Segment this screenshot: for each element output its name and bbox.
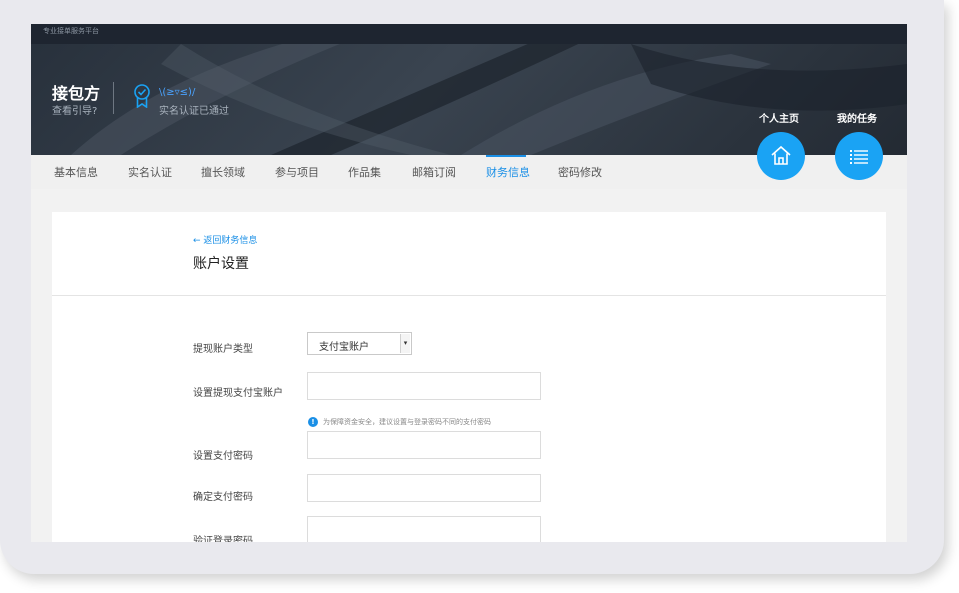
tab-projects[interactable]: 参与项目 xyxy=(275,164,319,180)
chevron-down-icon: ▾ xyxy=(400,334,410,353)
header-divider xyxy=(113,82,114,114)
guide-link[interactable]: 查看引导? xyxy=(52,102,97,117)
tab-finance-info[interactable]: 财务信息 xyxy=(486,164,530,180)
account-type-label: 提现账户类型 xyxy=(193,344,253,355)
tab-portfolio[interactable]: 作品集 xyxy=(348,164,381,180)
page-title: 账户设置 xyxy=(193,256,249,272)
active-tab-indicator xyxy=(486,155,526,157)
security-hint: ! 为保障资金安全，建议设置与登录密码不同的支付密码 xyxy=(308,416,491,428)
verified-badge-icon xyxy=(134,84,150,108)
user-nickname: \(≥▿≤)/ xyxy=(159,87,196,98)
user-name: 接包方 xyxy=(52,84,101,103)
tab-password-change[interactable]: 密码修改 xyxy=(558,164,602,180)
brand-logo: 专业接单服务平台 xyxy=(43,27,99,35)
pay-password-input[interactable] xyxy=(307,431,541,459)
account-type-value: 支付宝账户 xyxy=(319,342,369,353)
browser-screen: 专业接单服务平台 接包方 查看引导? \(≥▿≤)/ 实名认证已通过 个人主页 … xyxy=(31,24,907,542)
tab-email-subscription[interactable]: 邮箱订阅 xyxy=(412,164,456,180)
back-to-finance-link[interactable]: ← 返回财务信息 xyxy=(193,233,257,246)
confirm-pay-password-label: 确定支付密码 xyxy=(193,492,253,503)
tab-basic-info[interactable]: 基本信息 xyxy=(54,164,98,180)
home-icon xyxy=(771,145,791,165)
tab-real-name-auth[interactable]: 实名认证 xyxy=(128,164,172,180)
section-divider xyxy=(52,295,886,296)
login-password-input[interactable] xyxy=(307,516,541,542)
list-icon xyxy=(850,150,868,164)
home-button[interactable] xyxy=(757,132,805,180)
account-settings-card: ← 返回财务信息 账户设置 提现账户类型 支付宝账户 ▾ 设置提现支付宝账户 !… xyxy=(52,212,886,542)
verify-status: 实名认证已通过 xyxy=(159,106,229,117)
alipay-account-input[interactable] xyxy=(307,372,541,400)
login-password-label: 验证登录密码 xyxy=(193,536,253,542)
account-type-select[interactable]: 支付宝账户 ▾ xyxy=(307,332,412,355)
tasks-button[interactable] xyxy=(835,132,883,180)
home-link-label[interactable]: 个人主页 xyxy=(759,110,799,125)
security-hint-text: 为保障资金安全，建议设置与登录密码不同的支付密码 xyxy=(323,418,491,426)
back-link-label: 返回财务信息 xyxy=(203,236,258,246)
tab-expertise[interactable]: 擅长领域 xyxy=(201,164,245,180)
tasks-link-label[interactable]: 我的任务 xyxy=(837,110,877,125)
pay-password-label: 设置支付密码 xyxy=(193,451,253,462)
alipay-account-label: 设置提现支付宝账户 xyxy=(193,388,283,399)
info-icon: ! xyxy=(308,417,318,427)
confirm-pay-password-input[interactable] xyxy=(307,474,541,502)
arrow-left-icon: ← xyxy=(193,236,201,246)
device-frame: 专业接单服务平台 接包方 查看引导? \(≥▿≤)/ 实名认证已通过 个人主页 … xyxy=(0,0,944,574)
top-strip: 专业接单服务平台 xyxy=(31,24,907,44)
